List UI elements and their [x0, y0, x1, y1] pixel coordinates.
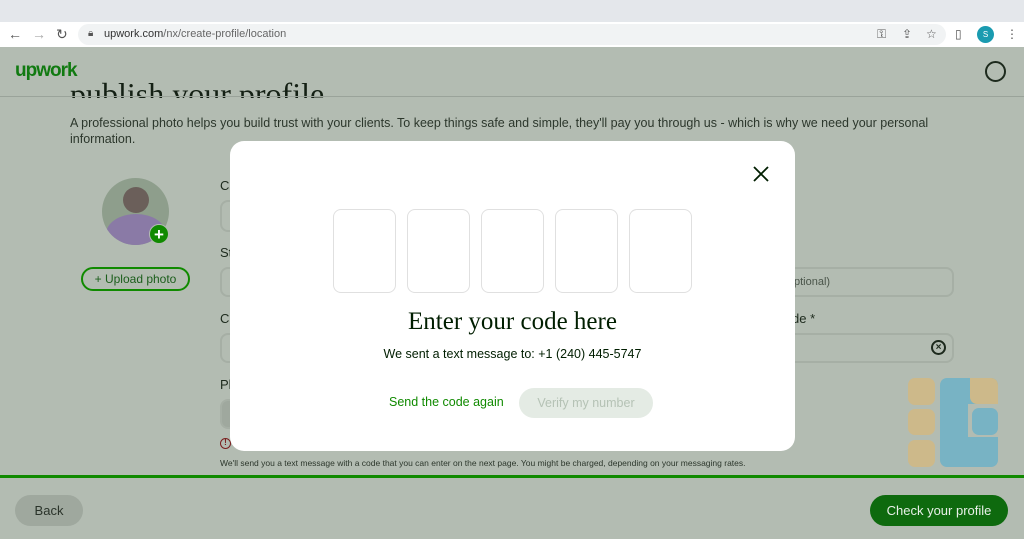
lock-icon: 🔒︎	[88, 28, 94, 39]
browser-tab-strip	[0, 0, 1024, 22]
upload-label: Upload photo	[104, 272, 177, 286]
code-digit-input[interactable]	[407, 209, 470, 293]
key-icon[interactable]: ⚿	[877, 27, 886, 42]
optional-address-field[interactable]: ptional)	[770, 267, 954, 297]
share-icon[interactable]: ⇪	[902, 27, 912, 41]
forward-arrow-icon[interactable]: →	[32, 26, 46, 42]
modal-title: Enter your code here	[408, 308, 617, 335]
verify-code-modal	[230, 141, 795, 451]
plus-icon: +	[94, 272, 105, 286]
close-icon[interactable]	[752, 165, 770, 183]
user-account-icon[interactable]	[985, 61, 1006, 82]
resend-code-link[interactable]: Send the code again	[389, 395, 504, 409]
code-digit-input[interactable]	[555, 209, 618, 293]
check-profile-button[interactable]: Check your profile	[870, 495, 1008, 526]
upload-photo-button[interactable]: + Upload photo	[81, 267, 190, 291]
profile-avatar[interactable]: S	[977, 26, 994, 43]
code-digit-input[interactable]	[333, 209, 396, 293]
code-digit-input[interactable]	[629, 209, 692, 293]
field-label: de *	[792, 311, 816, 326]
zip-code-field[interactable]	[770, 333, 954, 363]
url-text[interactable]: upwork.com/nx/create-profile/location	[104, 28, 286, 40]
upwork-logo[interactable]: upwork	[15, 60, 78, 82]
watermark-logo	[970, 378, 998, 404]
url-host: upwork.com	[104, 28, 164, 40]
watermark-logo	[908, 378, 935, 405]
field-placeholder: ptional)	[794, 276, 831, 288]
menu-kebab-icon[interactable]: ⋮	[1006, 27, 1018, 41]
clear-icon[interactable]: ×	[931, 340, 946, 355]
modal-subtitle: We sent a text message to: +1 (240) 445-…	[383, 347, 642, 361]
watermark-logo	[972, 408, 998, 435]
field-label: C	[220, 311, 230, 326]
site-header	[0, 47, 1024, 97]
sms-hint-text: We'll send you a text message with a cod…	[220, 458, 746, 468]
field-label: C	[220, 178, 230, 193]
code-digit-input[interactable]	[481, 209, 544, 293]
side-panel-icon[interactable]: ▯	[955, 27, 962, 41]
url-path: /nx/create-profile/location	[163, 28, 287, 40]
reload-icon[interactable]: ↻	[56, 26, 68, 43]
verify-number-button[interactable]: Verify my number	[519, 388, 653, 418]
add-photo-icon[interactable]: +	[149, 224, 169, 244]
progress-bar	[0, 475, 1024, 478]
back-button[interactable]: Back	[15, 495, 83, 526]
watermark-logo	[908, 440, 935, 467]
back-arrow-icon[interactable]: ←	[8, 26, 22, 42]
watermark-logo	[908, 409, 935, 435]
star-icon[interactable]: ☆	[926, 27, 937, 41]
